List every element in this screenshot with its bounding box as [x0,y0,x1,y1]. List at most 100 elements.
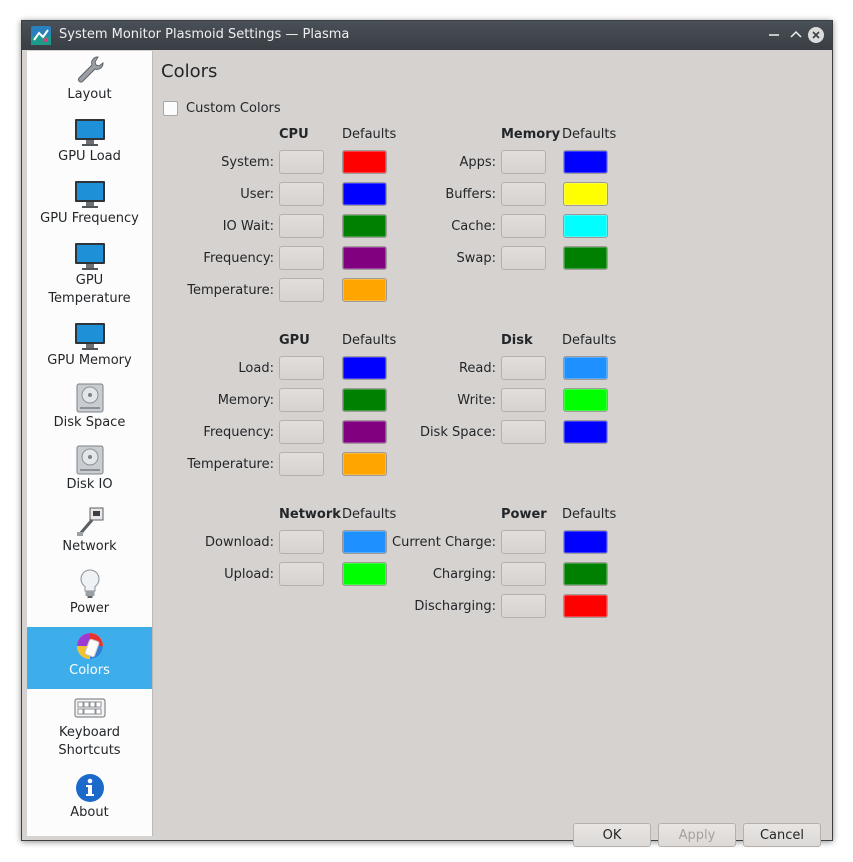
network-upload-label: Upload: [224,567,274,582]
sidebar-item-keyboard-shortcuts[interactable]: Keyboard Shortcuts [27,689,152,769]
power-discharging-default-swatch[interactable] [563,594,608,618]
network-defaults-header: Defaults [342,507,397,522]
memory-cache-default-swatch[interactable] [563,214,608,238]
memory-apps-label: Apps: [459,155,496,170]
plasma-app-icon [31,26,51,45]
disk-header: Disk [501,333,533,348]
cpu-temperature-default-swatch[interactable] [342,278,387,302]
gpu-temperature-color-button[interactable] [279,452,324,476]
gpu-header: GPU [279,333,310,348]
disk-space-label: Disk Space: [419,425,496,440]
sidebar-item-layout[interactable]: Layout [27,51,152,113]
disk-read-default-swatch[interactable] [563,356,608,380]
network-download-color-button[interactable] [279,530,324,554]
apply-button[interactable]: Apply [658,823,736,847]
disk-read-color-button[interactable] [501,356,546,380]
sidebar-item-gpu-temperature[interactable]: GPU Temperature [27,237,152,317]
sidebar-item-label: Power [69,601,110,616]
sidebar-item-label: Network [62,539,117,554]
power-current-charge-default-swatch[interactable] [563,530,608,554]
memory-buffers-default-swatch[interactable] [563,182,608,206]
sidebar-item-disk-space[interactable]: Disk Space [27,379,152,441]
power-current-charge-color-button[interactable] [501,530,546,554]
power-header: Power [501,507,547,522]
minimize-button[interactable] [764,25,784,45]
disk-space-color-button[interactable] [501,420,546,444]
memory-swap-label: Swap: [456,251,496,266]
disk-space-default-swatch[interactable] [563,420,608,444]
sidebar-item-network[interactable]: Network [27,503,152,565]
power-discharging-color-button[interactable] [501,594,546,618]
cpu-frequency-default-swatch[interactable] [342,246,387,270]
hard-drive-icon [76,445,103,475]
sidebar-item-label: GPU Temperature [48,273,131,306]
gpu-memory-color-button[interactable] [279,388,324,412]
cpu-defaults-header: Defaults [342,127,397,142]
wrench-icon [77,56,103,83]
power-defaults-header: Defaults [562,507,617,522]
cpu-user-color-button[interactable] [279,182,324,206]
info-icon [75,774,104,802]
sidebar-item-power[interactable]: Power [27,565,152,627]
gpu-load-color-button[interactable] [279,356,324,380]
disk-write-default-swatch[interactable] [563,388,608,412]
cpu-user-default-swatch[interactable] [342,182,387,206]
network-cable-icon [76,507,103,536]
memory-apps-default-swatch[interactable] [563,150,608,174]
gpu-frequency-default-swatch[interactable] [342,420,387,444]
gpu-temperature-label: Temperature: [187,457,274,472]
memory-buffers-color-button[interactable] [501,182,546,206]
sidebar: Layout GPU Load GPU Frequency GPU Temper… [27,51,153,836]
cpu-system-default-swatch[interactable] [342,150,387,174]
sidebar-item-label: About [70,805,109,820]
sidebar-item-colors[interactable]: Colors [27,627,152,689]
gpu-defaults-header: Defaults [342,333,397,348]
gpu-temperature-default-swatch[interactable] [342,452,387,476]
cpu-system-color-button[interactable] [279,150,324,174]
cpu-iowait-color-button[interactable] [279,214,324,238]
maximize-button[interactable] [786,25,806,45]
power-charging-default-swatch[interactable] [563,562,608,586]
cpu-frequency-color-button[interactable] [279,246,324,270]
sidebar-item-label: Layout [67,87,112,102]
sidebar-item-about[interactable]: About [27,769,152,831]
network-header: Network [279,507,341,522]
sidebar-item-disk-io[interactable]: Disk IO [27,441,152,503]
close-button[interactable] [806,25,826,45]
custom-colors-checkbox[interactable]: Custom Colors [163,101,281,116]
cpu-temperature-color-button[interactable] [279,278,324,302]
sidebar-item-label: Disk Space [53,415,126,430]
memory-buffers-label: Buffers: [445,187,496,202]
sidebar-item-gpu-frequency[interactable]: GPU Frequency [27,175,152,237]
cpu-frequency-label: Frequency: [203,251,274,266]
sidebar-item-gpu-load[interactable]: GPU Load [27,113,152,175]
memory-swap-color-button[interactable] [501,246,546,270]
network-upload-default-swatch[interactable] [342,562,387,586]
memory-swap-default-swatch[interactable] [563,246,608,270]
checkbox-box[interactable] [163,101,178,116]
memory-apps-color-button[interactable] [501,150,546,174]
keyboard-icon [74,698,105,718]
title-bar[interactable]: System Monitor Plasmoid Settings — Plasm… [22,21,832,50]
network-download-default-swatch[interactable] [342,530,387,554]
cancel-button[interactable]: Cancel [743,823,821,847]
gpu-memory-default-swatch[interactable] [342,388,387,412]
memory-cache-color-button[interactable] [501,214,546,238]
power-charging-color-button[interactable] [501,562,546,586]
window-title: System Monitor Plasmoid Settings — Plasm… [59,27,350,42]
gpu-load-default-swatch[interactable] [342,356,387,380]
disk-write-color-button[interactable] [501,388,546,412]
network-download-label: Download: [205,535,274,550]
ok-button[interactable]: OK [573,823,651,847]
hard-drive-icon [76,383,103,413]
sidebar-item-gpu-memory[interactable]: GPU Memory [27,317,152,379]
monitor-icon [74,323,105,350]
sidebar-item-label: GPU Memory [47,353,132,368]
network-upload-color-button[interactable] [279,562,324,586]
page-title: Colors [161,61,218,82]
monitor-icon [74,119,105,146]
gpu-frequency-color-button[interactable] [279,420,324,444]
disk-write-label: Write: [457,393,496,408]
cpu-iowait-default-swatch[interactable] [342,214,387,238]
cpu-iowait-label: IO Wait: [222,219,274,234]
